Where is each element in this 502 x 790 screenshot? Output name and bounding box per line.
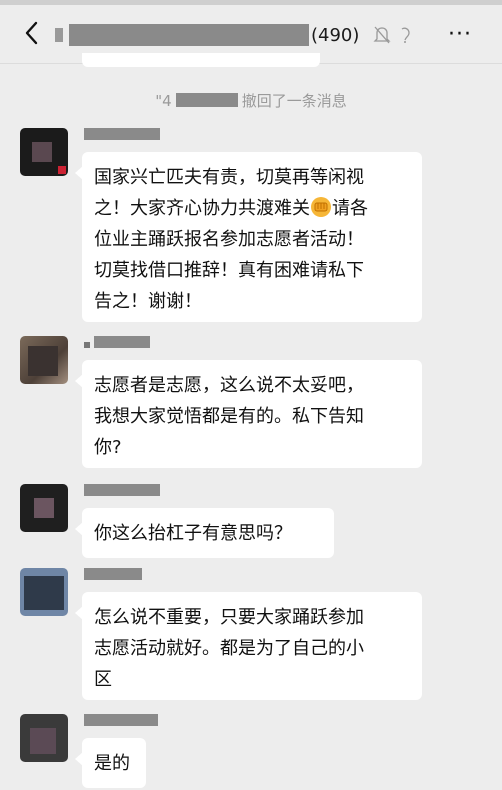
recall-text: 撤回了一条消息 <box>241 92 347 110</box>
message-bubble[interactable]: 怎么说不重要，只要大家踊跃参加 志愿活动就好。都是为了自己的小 区 <box>75 592 422 700</box>
avatar[interactable] <box>20 568 68 616</box>
message-line: 切莫找借口推辞！真有困难请私下 <box>94 260 364 281</box>
message-bubble[interactable]: 你这么抬杠子有意思吗？ <box>75 508 334 558</box>
message-line: 告之！谢谢！ <box>94 291 202 312</box>
sender-name-redaction <box>93 336 150 348</box>
avatar[interactable] <box>20 714 68 762</box>
chevron-left-icon <box>25 21 38 45</box>
recall-sender-redaction <box>175 93 238 107</box>
message-line: 我想大家觉悟都是有的。私下告知 <box>94 406 364 427</box>
message-text: 之！大家齐心协力共渡难关 <box>94 198 310 219</box>
more-icon: ··· <box>448 22 472 47</box>
message-line: 区 <box>94 669 112 690</box>
avatar-redaction <box>34 498 54 518</box>
sender-name-redaction <box>84 128 160 140</box>
avatar-redaction <box>28 346 58 376</box>
sender-name <box>84 714 158 728</box>
title-redaction-small <box>55 28 63 42</box>
sender-name <box>84 336 150 350</box>
message-line: 位业主踊跃报名参加志愿者活动！ <box>94 229 364 250</box>
avatar[interactable] <box>20 484 68 532</box>
avatar[interactable] <box>20 336 68 384</box>
sender-name-redaction <box>84 484 160 496</box>
message-line: 之！大家齐心协力共渡难关 请各 <box>94 193 410 224</box>
sender-name-redaction-small <box>84 342 90 348</box>
message-line: 志愿活动就好。都是为了自己的小 <box>94 638 364 659</box>
avatar-redaction <box>24 576 64 610</box>
message-bubble[interactable]: 国家兴亡匹夫有责，切莫再等闲视 之！大家齐心协力共渡难关 请各 位业主踊跃报名参加… <box>75 152 422 322</box>
member-count: (490) <box>311 24 360 46</box>
message-bubble[interactable]: 志愿者是志愿，这么说不太妥吧， 我想大家觉悟都是有的。私下告知 你? <box>75 360 422 468</box>
avatar-detail <box>58 166 66 174</box>
message-bubble[interactable]: 是的 <box>75 738 146 788</box>
message-line: 是的 <box>94 753 130 774</box>
back-button[interactable] <box>22 19 42 47</box>
previous-message-bubble-edge <box>82 53 320 67</box>
message-line: 国家兴亡匹夫有责，切莫再等闲视 <box>94 167 364 188</box>
chat-title: (490) <box>55 20 359 50</box>
message-line: 你这么抬杠子有意思吗？ <box>94 523 292 544</box>
message-line: 怎么说不重要，只要大家踊跃参加 <box>94 607 364 628</box>
notification-off-icon <box>396 25 414 45</box>
title-redaction <box>69 24 309 46</box>
avatar-redaction <box>32 142 52 162</box>
more-button[interactable]: ··· <box>448 22 478 47</box>
message-text: 请各 <box>332 198 368 219</box>
message-line: 志愿者是志愿，这么说不太妥吧， <box>94 375 364 396</box>
avatar[interactable] <box>20 128 68 176</box>
sender-name-redaction <box>84 714 158 726</box>
sender-name <box>84 568 142 582</box>
sender-name <box>84 484 160 498</box>
message-line: 你? <box>94 437 122 458</box>
avatar-redaction <box>30 728 56 754</box>
recall-notice: "4 撤回了一条消息 <box>0 90 502 111</box>
sender-name-redaction <box>84 568 142 580</box>
fist-emoji-icon <box>311 197 331 217</box>
recall-sender-prefix: "4 <box>155 92 172 110</box>
sender-name <box>84 128 160 142</box>
bell-muted-icon <box>373 25 391 45</box>
